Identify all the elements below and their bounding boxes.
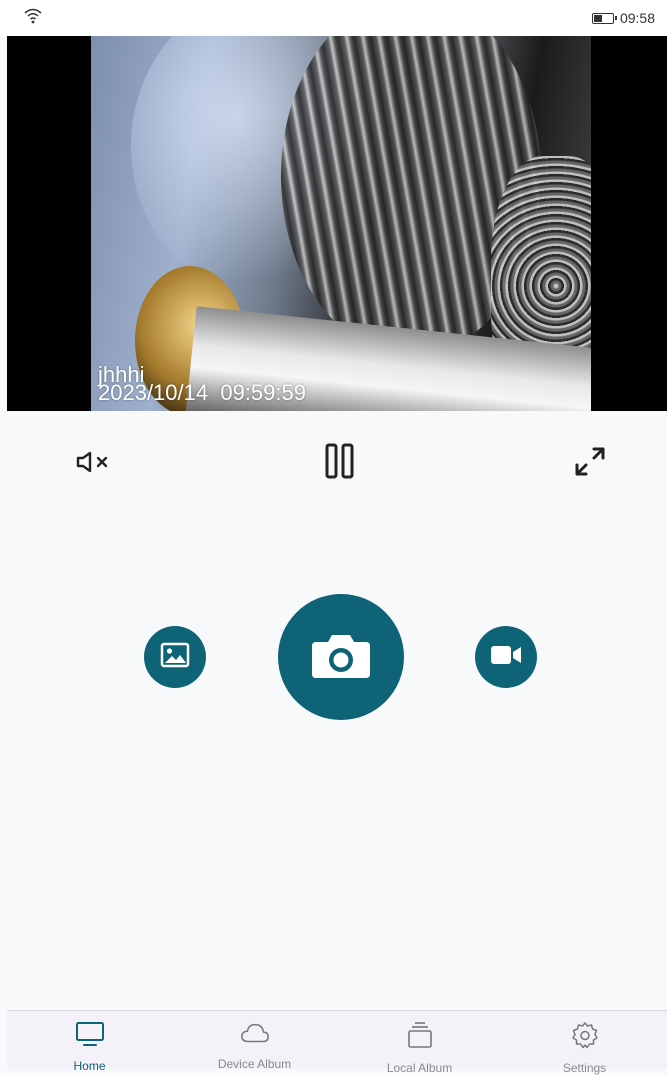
video-overlay-timestamp: 2023/10/14 09:59:59 xyxy=(98,380,306,405)
battery-icon xyxy=(591,12,617,24)
status-bar: 09:58 xyxy=(0,0,667,36)
mute-button[interactable] xyxy=(72,449,116,479)
monitor-icon xyxy=(75,1021,105,1047)
status-right: 09:58 xyxy=(591,10,655,26)
video-camera-icon xyxy=(490,644,522,671)
stack-icon xyxy=(405,1021,435,1049)
tab-label: Local Album xyxy=(386,1061,453,1075)
tab-local-album[interactable]: Local Album xyxy=(337,1011,502,1075)
camera-feed-image xyxy=(91,36,591,411)
tab-label: Device Album xyxy=(217,1057,292,1071)
image-icon xyxy=(160,642,190,673)
playback-controls xyxy=(0,411,667,511)
tab-settings[interactable]: Settings xyxy=(502,1011,667,1075)
fullscreen-expand-icon xyxy=(572,443,608,484)
video-preview[interactable]: jhhhi 2023/10/14 09:59:59 xyxy=(7,36,667,411)
record-video-button[interactable] xyxy=(475,626,537,688)
wifi-icon xyxy=(24,8,42,29)
status-time: 09:58 xyxy=(619,10,655,26)
pause-icon xyxy=(323,442,357,485)
capture-photo-button[interactable] xyxy=(278,594,404,720)
speaker-muted-icon xyxy=(74,449,114,480)
fullscreen-button[interactable] xyxy=(568,441,612,485)
tab-home[interactable]: Home xyxy=(7,1011,172,1073)
pause-button[interactable] xyxy=(318,441,362,485)
cloud-icon xyxy=(240,1021,270,1045)
gear-icon xyxy=(570,1021,600,1049)
bottom-tab-bar: Home Device Album Local Album Settings xyxy=(7,1010,667,1075)
camera-icon xyxy=(310,630,372,685)
gallery-button[interactable] xyxy=(144,626,206,688)
tab-label: Settings xyxy=(562,1061,607,1075)
tab-device-album[interactable]: Device Album xyxy=(172,1011,337,1071)
tab-label: Home xyxy=(73,1059,106,1073)
